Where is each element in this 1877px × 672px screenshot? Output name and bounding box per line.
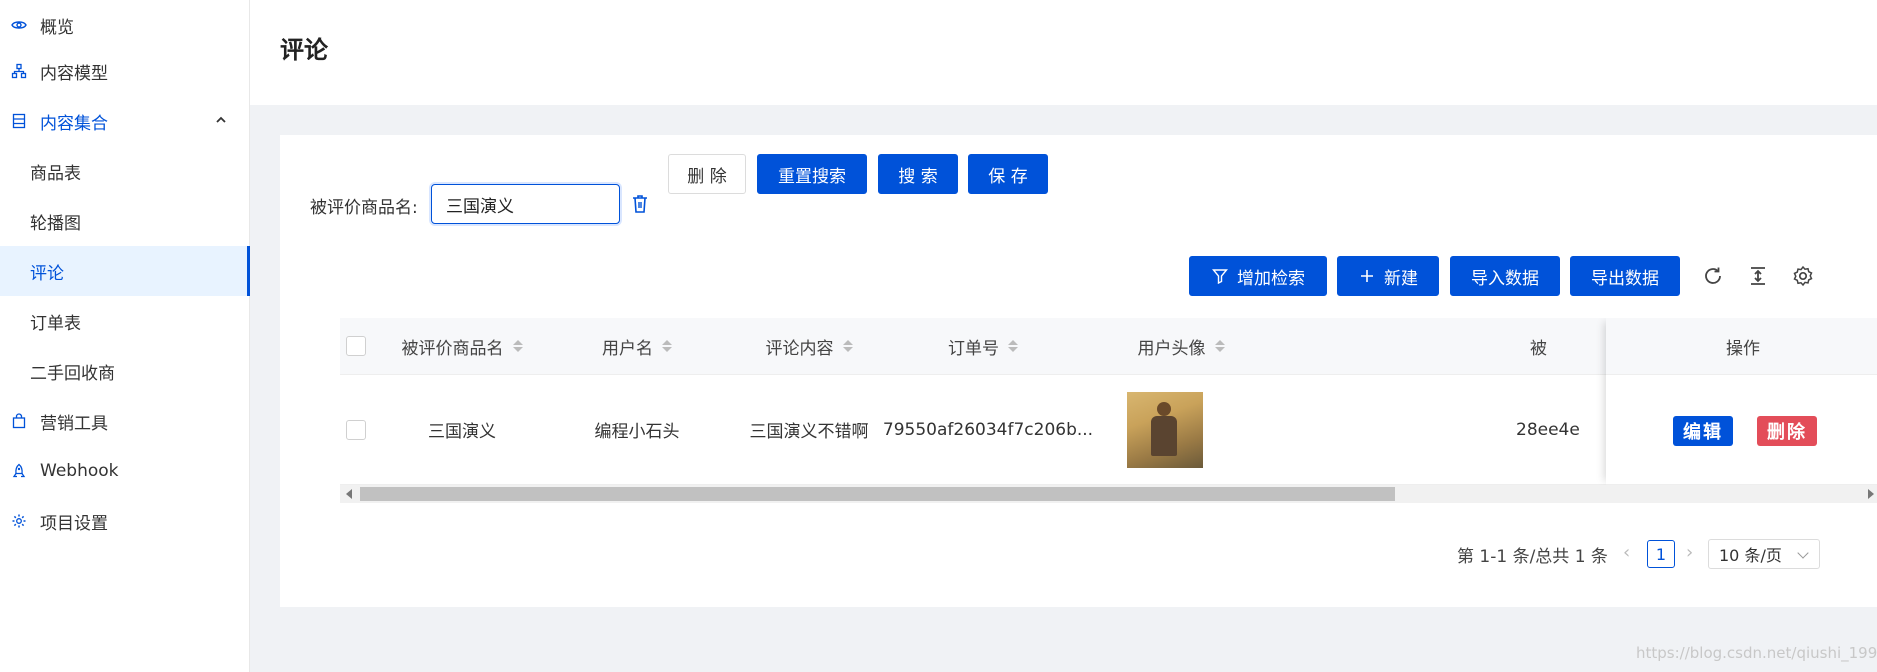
sidebar-item-carousel[interactable]: 轮播图 [0,196,250,246]
edit-row-button[interactable]: 编辑 [1673,416,1733,446]
create-button[interactable]: 新建 [1337,256,1439,296]
column-header-partial[interactable]: 被 [1300,318,1560,374]
sort-icon[interactable] [1008,340,1018,352]
pagination-total: 第 1-1 条/总共 1 条 [1457,547,1608,567]
select-all-checkbox[interactable] [346,336,366,356]
sidebar-item-label: 订单表 [30,313,81,334]
delete-filter-button[interactable]: 删 除 [668,154,746,194]
sidebar-item-settings[interactable]: 项目设置 [0,496,250,546]
sort-icon[interactable] [842,340,853,352]
product-name-search-input[interactable] [431,184,620,224]
action-column: 操作 编辑 删除 [1606,318,1877,485]
sidebar-item-content-model[interactable]: 内容模型 [0,46,250,96]
rocket-icon [10,462,28,480]
sidebar-item-marketing[interactable]: 营销工具 [0,396,250,446]
delete-row-button[interactable]: 删除 [1757,416,1817,446]
add-filter-button[interactable]: 增加检索 [1189,256,1327,296]
sidebar-item-label: 二手回收商 [30,363,115,384]
sidebar-item-content-collection[interactable]: 内容集合 [0,96,250,146]
chevron-down-icon [1797,547,1809,559]
chevron-left-icon[interactable]: ‹ [1623,542,1630,563]
sidebar-item-label: 评论 [30,263,64,284]
app: 概览 内容模型 内容集合 商品表 轮播图 评论 订单表 二手回收商 营销工具 W… [0,0,1877,672]
page-title: 评论 [280,36,328,64]
sidebar-item-webhook[interactable]: Webhook [0,446,250,496]
column-header-username[interactable]: 用户名 [552,318,722,374]
cell-product: 三国演义 [428,422,496,442]
page-number-button[interactable]: 1 [1647,540,1675,568]
create-label: 新建 [1384,268,1418,289]
settings-icon[interactable] [1791,264,1815,288]
header-checkbox-cell [340,318,372,374]
filter-icon [1211,267,1229,285]
page-size-select[interactable]: 10 条/页 [1708,539,1820,569]
scrollbar-thumb[interactable] [360,487,1395,501]
column-height-icon[interactable] [1746,264,1770,288]
sidebar-item-label: 内容集合 [40,113,108,134]
sidebar-item-label: Webhook [40,461,119,481]
row-checkbox-cell [340,375,372,484]
search-label: 被评价商品名: [310,198,418,218]
collection-icon [10,112,28,130]
content-card: 被评价商品名: 删 除 重置搜索 搜 索 保 存 增加检索 新建 导入数据 导出… [280,135,1877,607]
save-button[interactable]: 保 存 [968,154,1048,194]
sort-icon[interactable] [512,340,523,352]
plus-icon [1358,267,1376,285]
scroll-right-icon[interactable] [1868,489,1874,499]
sidebar-item-recyclers[interactable]: 二手回收商 [0,346,250,396]
row-checkbox[interactable] [346,419,366,440]
export-data-button[interactable]: 导出数据 [1570,256,1680,296]
column-header-product[interactable]: 被评价商品名 [378,318,546,374]
column-header-actions: 操作 [1606,318,1877,375]
chevron-right-icon[interactable]: › [1686,542,1693,563]
add-filter-label: 增加检索 [1237,268,1305,289]
cell-username: 编程小石头 [594,422,680,442]
bag-icon [10,412,28,430]
watermark: https://blog.csdn.net/qiushi_1990 [1636,644,1877,662]
cell-order-id: 79550af26034f7c206b... [882,419,1094,440]
cell-content: 三国演义不错啊 [749,422,869,442]
chevron-up-icon[interactable] [214,113,228,127]
sidebar-item-label: 营销工具 [40,413,108,434]
import-data-button[interactable]: 导入数据 [1450,256,1560,296]
comments-table: 被评价商品名 用户名 评论内容 订单号 用户头像 被 三国演义 编程小石头 三国… [340,318,1877,490]
sidebar-item-comments[interactable]: 评论 [0,246,250,296]
trash-icon[interactable] [630,193,650,215]
action-cell: 编辑 删除 [1606,375,1877,485]
horizontal-scrollbar[interactable] [340,485,1877,503]
sidebar-item-label: 轮播图 [30,213,81,234]
page-header: 评论 [250,0,1877,105]
cell-partial: 28ee4e [1516,419,1580,440]
sidebar-item-label: 商品表 [30,163,81,184]
sidebar-item-products[interactable]: 商品表 [0,146,250,196]
column-header-content[interactable]: 评论内容 [724,318,894,374]
avatar [1127,391,1203,468]
search-button[interactable]: 搜 索 [878,154,958,194]
refresh-icon[interactable] [1701,264,1725,288]
column-header-order-id[interactable]: 订单号 [898,318,1068,374]
eye-icon [10,16,28,34]
sidebar-item-label: 内容模型 [40,63,108,84]
model-icon [10,62,28,80]
sidebar: 概览 内容模型 内容集合 商品表 轮播图 评论 订单表 二手回收商 营销工具 W… [0,0,250,672]
cell-avatar [1080,375,1250,484]
sidebar-item-overview[interactable]: 概览 [0,0,250,50]
sidebar-item-orders[interactable]: 订单表 [0,296,250,346]
sort-icon[interactable] [1214,340,1225,352]
sidebar-item-label: 项目设置 [40,513,108,534]
scroll-left-icon[interactable] [346,489,352,499]
column-header-avatar[interactable]: 用户头像 [1096,318,1266,374]
sidebar-item-label: 概览 [40,17,74,38]
gear-icon [10,512,28,530]
sort-icon[interactable] [662,340,672,352]
reset-search-button[interactable]: 重置搜索 [757,154,867,194]
